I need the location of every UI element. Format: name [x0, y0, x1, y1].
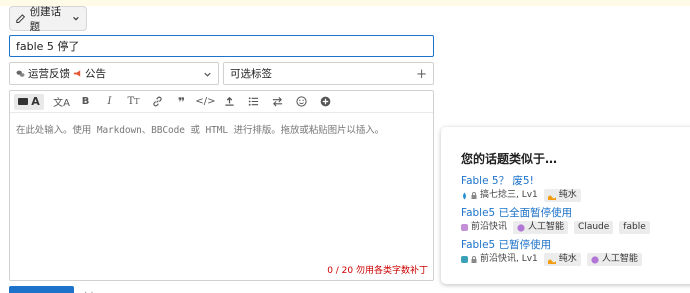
editor-toolbar: A 文A B I TT ❞ </>	[10, 91, 433, 113]
bold-button[interactable]: B	[74, 93, 97, 111]
bullet-list-icon	[248, 97, 259, 106]
similar-topic-title[interactable]: Fable5 已暂停使用	[461, 239, 690, 252]
similar-topic-meta: 前沿快讯, Lv1 纯水 人工智能	[461, 253, 690, 266]
upload-button[interactable]	[218, 93, 241, 111]
similar-topic-title[interactable]: Fable5 已全面暂停使用	[461, 207, 690, 220]
similar-topic-item[interactable]: Fable 5？ 废5! 搞七捻三, Lv1 纯水	[461, 175, 690, 202]
italic-icon: I	[107, 96, 112, 107]
create-topic-button[interactable]: 创建话题	[9, 5, 87, 33]
chevron-down-icon	[204, 72, 211, 77]
category-color-icon	[461, 256, 468, 263]
rich-text-icon: A	[31, 95, 40, 108]
code-icon: </>	[195, 96, 216, 107]
editor-placeholder: 在此处输入。使用 Markdown、BBCode 或 HTML 进行排版。拖放或…	[16, 125, 385, 136]
translate-button[interactable]: 文A	[50, 93, 73, 111]
create-topic-label: 创建话题	[29, 5, 62, 33]
link-button[interactable]	[146, 93, 169, 111]
tag-label: fable	[623, 222, 646, 232]
category-color-icon	[461, 224, 468, 231]
chat-bubbles-icon	[16, 70, 25, 77]
brain-icon	[517, 223, 525, 232]
similar-topic-meta: 搞七捻三, Lv1 纯水	[461, 189, 690, 202]
tag-label: 人工智能	[601, 254, 638, 264]
tag-label: 纯水	[558, 190, 577, 200]
subcategory-label: 公告	[85, 68, 106, 80]
swap-button[interactable]	[266, 93, 289, 111]
code-button[interactable]: </>	[194, 93, 217, 111]
post-editor[interactable]: A 文A B I TT ❞ </> 在此处输入。使用 Markdown、BBCo…	[9, 90, 434, 281]
water-wave-icon	[547, 195, 556, 200]
topic-title-input[interactable]	[9, 35, 434, 57]
tag-label: 人工智能	[528, 222, 565, 232]
similar-topics-heading: 您的话题类似于…	[461, 152, 558, 166]
quote-button[interactable]: ❞	[170, 93, 193, 111]
plus-circle-icon	[320, 96, 331, 107]
edit-icon	[16, 14, 26, 23]
swap-arrows-icon	[272, 96, 283, 107]
translate-icon: 文A	[53, 98, 70, 109]
editor-mode-toggle[interactable]: A	[14, 93, 44, 110]
category-label: 运营反馈	[28, 68, 70, 80]
tag-label: 纯水	[558, 254, 577, 264]
similar-topic-author: 搞七捻三, Lv1	[480, 190, 538, 200]
water-drop-icon	[462, 192, 467, 199]
lock-icon	[471, 256, 477, 263]
tag-badge[interactable]: 人工智能	[513, 221, 569, 234]
link-icon	[153, 96, 162, 107]
similar-topic-author: 前沿快讯, Lv1	[480, 254, 538, 264]
similar-topic-item[interactable]: Fable5 已暂停使用 前沿快讯, Lv1 纯水 人工智能	[461, 239, 690, 266]
tag-badge[interactable]: Claude	[574, 221, 614, 234]
heading-button[interactable]: TT	[122, 93, 145, 111]
upload-icon	[225, 96, 234, 106]
similar-topic-meta: 前沿快讯 人工智能 Claude fable	[461, 221, 690, 234]
brain-icon	[591, 255, 599, 264]
tag-badge[interactable]: 人工智能	[586, 253, 642, 266]
megaphone-icon	[73, 70, 81, 77]
category-selector[interactable]: 运营反馈 公告	[9, 62, 219, 85]
submit-topic-button[interactable]	[9, 286, 74, 293]
keyboard-icon	[18, 98, 29, 105]
similar-topic-author: 前沿快讯	[471, 222, 508, 232]
tag-selector-placeholder: 可选标签	[230, 68, 272, 80]
lock-icon	[471, 192, 477, 199]
tag-selector[interactable]: 可选标签 +	[223, 62, 434, 85]
smile-icon	[296, 96, 307, 107]
tag-badge[interactable]: 纯水	[543, 189, 581, 202]
top-notice-strip	[0, 0, 690, 6]
tag-badge[interactable]: fable	[619, 221, 650, 234]
italic-button[interactable]: I	[98, 93, 121, 111]
character-count-hint: 0 / 20 勿用各类字数补丁	[327, 266, 428, 276]
plus-icon: +	[416, 67, 427, 82]
emoji-button[interactable]	[290, 93, 313, 111]
quote-icon: ❞	[177, 94, 186, 109]
more-options-button[interactable]	[314, 93, 337, 111]
similar-topics-panel: 您的话题类似于… Fable 5？ 废5! 搞七捻三, Lv1 纯水 Fable…	[441, 127, 690, 284]
tag-label: Claude	[578, 222, 610, 232]
similar-topic-item[interactable]: Fable5 已全面暂停使用 前沿快讯 人工智能 Claude fable	[461, 207, 690, 234]
tag-badge[interactable]: 纯水	[543, 253, 581, 266]
chevron-down-icon	[73, 16, 79, 21]
similar-topic-title[interactable]: Fable 5？ 废5!	[461, 175, 690, 188]
cancel-link[interactable]: · ·	[84, 288, 94, 293]
bullet-list-button[interactable]	[242, 93, 265, 111]
water-wave-icon	[547, 259, 556, 264]
bold-icon: B	[81, 96, 90, 107]
heading-icon: TT	[127, 96, 140, 107]
